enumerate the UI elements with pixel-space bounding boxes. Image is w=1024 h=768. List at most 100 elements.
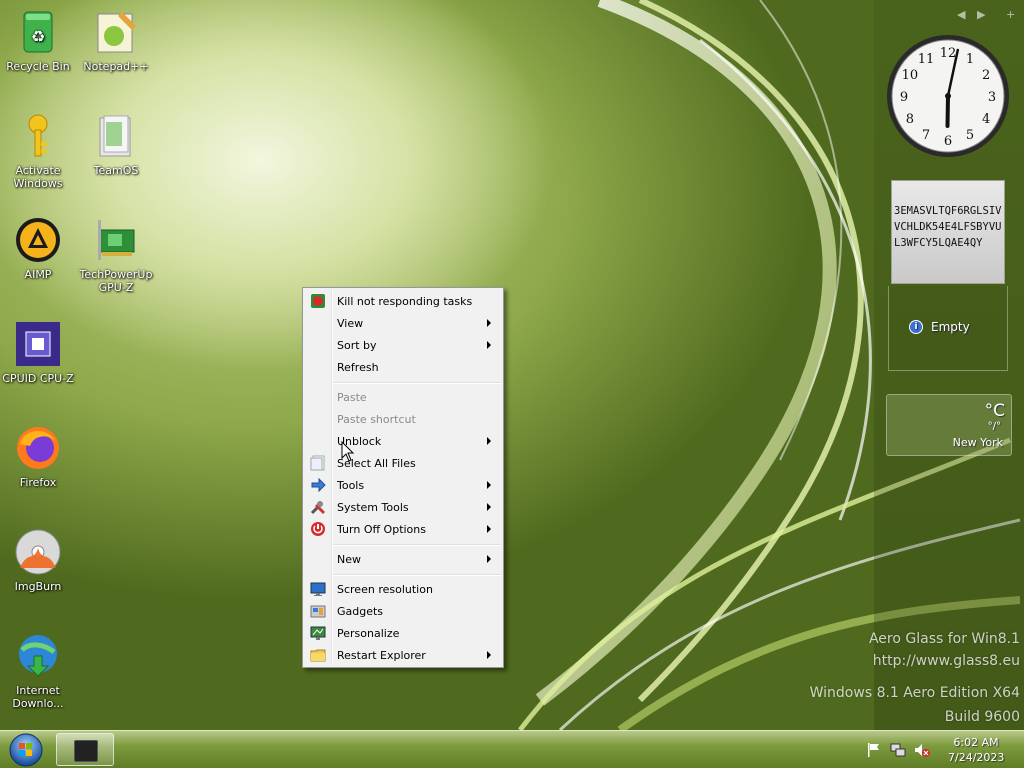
desktop-icon-teamos[interactable]: TeamOS [78,112,154,177]
wallpaper-swirl [518,0,1021,730]
notepad-plus-plus-icon [92,8,140,56]
clock-numeral: 9 [900,90,908,105]
notes-gadget[interactable]: 3EMASVLTQF6RGLSIVVCHLDK54E4LFSBYVUL3WFCY… [891,180,1005,284]
system-clock[interactable]: 6:02 AM 7/24/2023 [948,735,1004,765]
clock-numeral: 10 [902,68,919,83]
menu-item-unblock[interactable]: Unblock [305,430,501,452]
menu-separator [333,544,501,546]
desktop-icon-gpu-z[interactable]: TechPowerUp GPU-Z [78,216,154,294]
menu-item-view[interactable]: View [305,312,501,334]
submenu-arrow-icon [487,481,491,489]
weather-unit: °C [984,401,1005,421]
menu-item-system-tools[interactable]: System Tools [305,496,501,518]
menu-separator [333,382,501,384]
cpu-z-icon [14,320,62,368]
firefox-icon [14,424,62,472]
feed-headlines-gadget[interactable]: i Empty [888,286,1008,371]
clock-numeral: 7 [922,128,930,143]
folder-icon [92,112,140,160]
clock-numeral: 12 [940,46,957,61]
select-all-icon [310,455,325,471]
gpu-z-icon [92,216,140,264]
menu-item-screen-resolution[interactable]: Screen resolution [305,578,501,600]
kill-tasks-icon [311,294,325,308]
submenu-arrow-icon [487,503,491,511]
network-icon[interactable] [890,742,906,758]
watermark-line1: Aero Glass for Win8.1 [868,631,1020,647]
weather-range: °/° [987,421,1001,432]
sidebar-prev-button[interactable]: ◀ [957,8,965,21]
menu-item-new[interactable]: New [305,548,501,570]
desktop-icon-internet-download-manager[interactable]: Internet Downlo... [0,632,76,710]
desktop-icon-label: Activate Windows [13,164,63,190]
taskbar: 6:02 AM 7/24/2023 [0,730,1024,768]
desktop-icon-label: Firefox [19,476,57,489]
clock-numeral: 5 [966,128,974,143]
weather-city: New York [952,436,1003,449]
desktop-icon-label: Internet Downlo... [12,684,64,710]
submenu-arrow-icon [487,555,491,563]
menu-item-kill-not-responding[interactable]: Kill not responding tasks [305,290,501,312]
desktop-icon-recycle-bin[interactable]: ♻ Recycle Bin [0,8,76,73]
clock-time: 6:02 AM [953,736,999,749]
desktop-icon-label: Notepad++ [83,60,149,73]
clock-numeral: 11 [918,52,935,67]
clock-numeral: 2 [982,68,990,83]
submenu-arrow-icon [487,525,491,533]
desktop-icon-label: AIMP [24,268,52,281]
desktop-icon-firefox[interactable]: Firefox [0,424,76,489]
monitor-icon [310,582,326,596]
clock-numeral: 6 [944,134,952,149]
desktop-icon-notepad-plus-plus[interactable]: Notepad++ [78,8,154,73]
desktop-context-menu: Kill not responding tasks View Sort by R… [302,287,504,668]
menu-item-refresh[interactable]: Refresh [305,356,501,378]
recycle-bin-icon: ♻ [14,8,62,56]
menu-item-paste: Paste [337,391,367,404]
svg-text:♻: ♻ [31,27,45,46]
watermark-line3: Windows 8.1 Aero Edition X64 [809,685,1020,701]
menu-item-gadgets[interactable]: Gadgets [305,600,501,622]
action-center-flag-icon[interactable] [866,742,882,758]
watermark-line2: http://www.glass8.eu [872,653,1020,669]
menu-item-turn-off-options[interactable]: Turn Off Options [305,518,501,540]
clock-gadget[interactable]: 1234567891011 12 [885,33,1011,159]
taskbar-app-calculator[interactable] [56,733,114,766]
sidebar-add-gadget-button[interactable]: + [1006,8,1015,21]
menu-item-paste-shortcut: Paste shortcut [337,413,416,426]
start-button[interactable] [7,732,45,768]
desktop-icon-activate-windows[interactable]: Activate Windows [0,112,76,190]
personalize-icon [310,626,326,640]
key-icon [14,112,62,160]
clock-date: 7/24/2023 [948,751,1005,764]
clock-numeral: 8 [906,112,914,127]
watermark-line4: Build 9600 [944,709,1020,725]
hour-hand [945,94,950,128]
aimp-icon [14,216,62,264]
sidebar-next-button[interactable]: ▶ [977,8,985,21]
gadgets-icon [310,605,326,618]
clock-numeral: 3 [988,90,996,105]
desktop-icon-label: TeamOS [93,164,139,177]
mouse-cursor-icon [341,441,355,462]
tools-icon [311,477,326,493]
calculator-icon [74,740,98,762]
desktop-icon-imgburn[interactable]: ImgBurn [0,528,76,593]
submenu-arrow-icon [487,341,491,349]
submenu-arrow-icon [487,437,491,445]
note-text: 3EMASVLTQF6RGLSIVVCHLDK54E4LFSBYVUL3WFCY… [894,205,1002,249]
weather-gadget[interactable]: °C °/° New York [886,394,1012,456]
menu-item-personalize[interactable]: Personalize [305,622,501,644]
desktop-icon-cpu-z[interactable]: CPUID CPU-Z [0,320,76,385]
imgburn-icon [14,528,62,576]
desktop-icon-aimp[interactable]: AIMP [0,216,76,281]
menu-item-restart-explorer[interactable]: Restart Explorer [305,644,501,666]
menu-item-select-all-files[interactable]: Select All Files [305,452,501,474]
idm-icon [14,632,62,680]
menu-item-sort-by[interactable]: Sort by [305,334,501,356]
feed-status-text: Empty [931,320,970,334]
submenu-arrow-icon [487,319,491,327]
power-icon [311,522,325,536]
desktop-icon-label: CPUID CPU-Z [2,372,74,385]
volume-muted-icon[interactable] [914,742,930,758]
menu-item-tools[interactable]: Tools [305,474,501,496]
